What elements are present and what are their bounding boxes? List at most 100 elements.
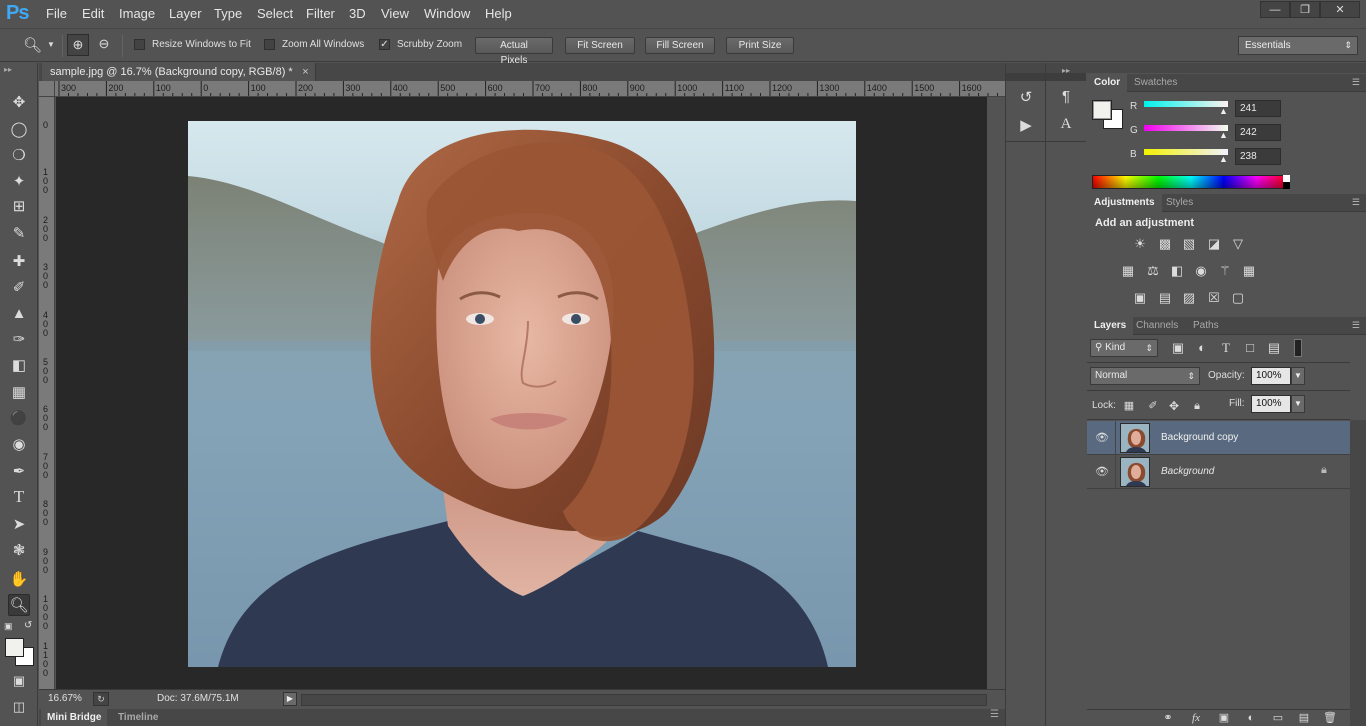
layer-thumbnail[interactable] [1120, 457, 1150, 487]
fill-input[interactable]: 100% [1251, 395, 1291, 413]
eraser-tool-icon[interactable]: ◧ [8, 354, 30, 376]
actions-play-icon[interactable]: ▶ [1014, 116, 1038, 134]
tab-timeline[interactable]: Timeline [118, 709, 158, 726]
filter-toggle-switch[interactable] [1294, 339, 1302, 357]
filter-pixel-icon[interactable]: ▣ [1169, 341, 1187, 355]
swap-colors-icon[interactable]: ↺ [24, 620, 32, 631]
tab-color[interactable]: Color [1087, 74, 1128, 92]
blur-tool-icon[interactable]: ⚫ [8, 407, 30, 429]
layer-name[interactable]: Background copy [1161, 432, 1238, 443]
lock-transparent-icon[interactable]: ▦ [1120, 399, 1138, 413]
layers-scrollbar[interactable] [1350, 420, 1366, 726]
visibility-eye-icon[interactable]: 👁︎ [1095, 465, 1109, 478]
levels-icon[interactable]: ▩ [1156, 237, 1174, 251]
path-selection-tool-icon[interactable]: ➤ [8, 513, 30, 535]
layer-row[interactable]: 👁︎ Background copy [1087, 421, 1350, 455]
type-tool-icon[interactable]: T [8, 486, 30, 508]
invert-icon[interactable]: ▣ [1131, 291, 1149, 305]
gradient-tool-icon[interactable]: ▦ [8, 381, 30, 403]
expand-panels-icon[interactable]: ▸▸ [1062, 66, 1070, 75]
g-slider-thumb-icon[interactable]: ▲ [1219, 130, 1228, 140]
r-slider-thumb-icon[interactable]: ▲ [1219, 106, 1228, 116]
channel-mixer-icon[interactable]: ⚚ [1216, 264, 1234, 278]
color-lookup-icon[interactable]: ▦ [1240, 264, 1258, 278]
menu-select[interactable]: Select [257, 6, 293, 21]
tab-paths[interactable]: Paths [1186, 317, 1226, 335]
zoom-out-icon[interactable]: ⊖ [93, 34, 115, 56]
add-mask-icon[interactable]: ▣ [1215, 711, 1233, 725]
b-slider-track[interactable] [1144, 149, 1228, 155]
curves-icon[interactable]: ▧ [1180, 237, 1198, 251]
tab-mini-bridge[interactable]: Mini Bridge [41, 709, 108, 726]
fx-icon[interactable]: fx [1187, 711, 1205, 725]
exposure-icon[interactable]: ◪ [1205, 237, 1223, 251]
tab-layers[interactable]: Layers [1087, 317, 1134, 335]
menu-file[interactable]: File [46, 6, 67, 21]
lock-image-icon[interactable]: ✐ [1144, 399, 1162, 413]
new-group-icon[interactable]: ▭ [1269, 711, 1287, 725]
lasso-tool-icon[interactable]: ❍ [8, 144, 30, 166]
default-colors-icon[interactable]: ▣ [4, 621, 13, 632]
fill-dropdown-icon[interactable]: ▼ [1291, 395, 1305, 413]
menu-view[interactable]: View [381, 6, 409, 21]
screen-mode-icon[interactable]: ◫ [8, 696, 30, 718]
opacity-dropdown-icon[interactable]: ▼ [1291, 367, 1305, 385]
restore-button[interactable]: ❐ [1290, 1, 1320, 18]
move-tool-icon[interactable]: ✥ [8, 91, 30, 113]
zoom-tool-preset-icon[interactable]: 🔍︎ [23, 36, 42, 54]
filter-adjustment-icon[interactable]: ◐ [1193, 341, 1211, 355]
crop-tool-icon[interactable]: ⊞ [8, 195, 30, 217]
resize-windows-checkbox[interactable] [134, 39, 145, 50]
lock-all-icon[interactable]: 🔒︎ [1188, 399, 1206, 413]
layer-filter-kind-select[interactable]: ⚲ Kind ⇕ [1090, 339, 1158, 357]
close-tab-icon[interactable]: × [302, 63, 308, 81]
actual-pixels-button[interactable]: Actual Pixels [475, 37, 553, 66]
dodge-tool-icon[interactable]: ◉ [8, 433, 30, 455]
posterize-icon[interactable]: ▤ [1156, 291, 1174, 305]
vibrance-icon[interactable]: ▽ [1229, 237, 1247, 251]
photo-filter-icon[interactable]: ◉ [1192, 264, 1210, 278]
quick-selection-tool-icon[interactable]: ✦ [8, 170, 30, 192]
paragraph-icon[interactable]: ¶ [1054, 88, 1078, 105]
threshold-icon[interactable]: ▨ [1180, 291, 1198, 305]
layer-thumbnail[interactable] [1120, 423, 1150, 453]
tab-swatches[interactable]: Swatches [1127, 74, 1184, 92]
chevron-down-icon[interactable]: ▼ [47, 40, 55, 49]
filter-smart-object-icon[interactable]: ▤ [1265, 341, 1283, 355]
menu-type[interactable]: Type [214, 6, 242, 21]
r-slider-track[interactable] [1144, 101, 1228, 107]
fill-screen-button[interactable]: Fill Screen [645, 37, 715, 54]
history-brush-tool-icon[interactable]: ✑ [8, 328, 30, 350]
gradient-map-icon[interactable]: ▢ [1229, 291, 1247, 305]
zoom-tool-icon[interactable]: 🔍︎ [8, 594, 30, 616]
zoom-all-windows-checkbox[interactable] [264, 39, 275, 50]
document-tab[interactable]: sample.jpg @ 16.7% (Background copy, RGB… [42, 63, 316, 81]
marquee-tool-icon[interactable]: ◯ [8, 118, 30, 140]
fit-screen-button[interactable]: Fit Screen [565, 37, 635, 54]
tab-adjustments[interactable]: Adjustments [1087, 194, 1162, 212]
status-options-icon[interactable]: ↻ [93, 692, 109, 706]
foreground-color-box[interactable] [1092, 100, 1112, 120]
opacity-input[interactable]: 100% [1251, 367, 1291, 385]
ruler-origin[interactable] [39, 81, 55, 97]
custom-shape-tool-icon[interactable]: ❃ [8, 539, 30, 561]
menu-layer[interactable]: Layer [169, 6, 202, 21]
panel-menu-icon[interactable]: ☰ [990, 709, 999, 720]
close-window-button[interactable]: ✕ [1320, 1, 1360, 18]
b-slider-thumb-icon[interactable]: ▲ [1219, 154, 1228, 164]
panel-menu-icon[interactable]: ☰ [1352, 197, 1360, 208]
lock-position-icon[interactable]: ✥ [1165, 399, 1183, 413]
layer-row[interactable]: 👁︎ Background 🔒︎ [1087, 455, 1350, 489]
color-ramp-black[interactable] [1283, 182, 1290, 189]
minimize-button[interactable]: — [1260, 1, 1290, 18]
layer-name[interactable]: Background [1161, 466, 1214, 477]
clone-stamp-tool-icon[interactable]: ▲ [8, 302, 30, 324]
character-icon[interactable]: A [1054, 116, 1078, 133]
panel-menu-icon[interactable]: ☰ [1352, 320, 1360, 331]
quick-mask-icon[interactable]: ▣ [8, 670, 30, 692]
black-white-icon[interactable]: ◧ [1168, 264, 1186, 278]
new-adjustment-layer-icon[interactable]: ◐ [1242, 711, 1260, 725]
vertical-scrollbar[interactable] [987, 97, 1005, 689]
document-image[interactable] [188, 121, 856, 667]
visibility-eye-icon[interactable]: 👁︎ [1095, 431, 1109, 444]
